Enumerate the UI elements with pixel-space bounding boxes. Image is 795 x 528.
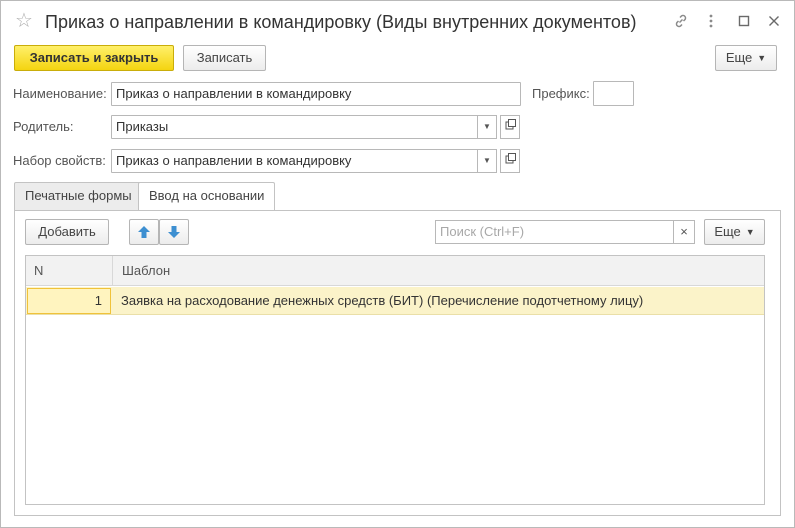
props-open-button[interactable] bbox=[500, 149, 520, 173]
table-row[interactable]: 1 Заявка на расходование денежных средст… bbox=[26, 287, 764, 315]
close-icon[interactable] bbox=[763, 10, 785, 32]
row-number-cell[interactable]: 1 bbox=[27, 288, 111, 314]
table-header: N Шаблон bbox=[26, 256, 764, 286]
parent-field[interactable]: Приказы bbox=[111, 115, 478, 139]
name-field[interactable]: Приказ о направлении в командировку bbox=[111, 82, 521, 106]
prefix-label: Префикс: bbox=[532, 86, 590, 101]
maximize-icon[interactable] bbox=[733, 10, 755, 32]
window-title: Приказ о направлении в командировку (Вид… bbox=[45, 12, 637, 32]
caret-down-icon: ▼ bbox=[745, 227, 755, 237]
props-field[interactable]: Приказ о направлении в командировку bbox=[111, 149, 478, 173]
arrow-down-icon bbox=[168, 226, 180, 238]
column-header-template[interactable]: Шаблон bbox=[114, 256, 170, 286]
add-button[interactable]: Добавить bbox=[25, 219, 109, 245]
open-icon bbox=[505, 153, 516, 164]
star-icon[interactable]: ☆ bbox=[15, 10, 37, 32]
parent-dropdown-button[interactable]: ▼ bbox=[477, 115, 497, 139]
row-template-cell[interactable]: Заявка на расходование денежных средств … bbox=[121, 287, 643, 315]
save-button[interactable]: Записать bbox=[183, 45, 266, 71]
panel-more-label: Еще bbox=[714, 224, 741, 239]
tab-print-forms[interactable]: Печатные формы bbox=[14, 182, 143, 210]
column-divider bbox=[112, 256, 113, 286]
props-dropdown-button[interactable]: ▼ bbox=[477, 149, 497, 173]
open-icon bbox=[505, 119, 516, 130]
search-input[interactable]: Поиск (Ctrl+F) bbox=[435, 220, 675, 244]
more-button-label: Еще bbox=[725, 50, 753, 65]
parent-open-button[interactable] bbox=[500, 115, 520, 139]
arrow-up-icon bbox=[138, 226, 150, 238]
caret-down-icon: ▼ bbox=[757, 53, 767, 63]
parent-label: Родитель: bbox=[13, 119, 74, 134]
panel-more-button[interactable]: Еще ▼ bbox=[704, 219, 765, 245]
tab-input-based-on[interactable]: Ввод на основании bbox=[138, 182, 276, 211]
search-clear-button[interactable]: × bbox=[673, 220, 695, 244]
prefix-field[interactable] bbox=[593, 81, 634, 106]
title-bar: ☆ Приказ о направлении в командировку (В… bbox=[1, 1, 794, 41]
move-up-button[interactable] bbox=[129, 219, 159, 245]
document-kind-window: ☆ Приказ о направлении в командировку (В… bbox=[0, 0, 795, 528]
column-header-n[interactable]: N bbox=[26, 256, 43, 286]
move-down-button[interactable] bbox=[159, 219, 189, 245]
more-vertical-icon[interactable] bbox=[700, 10, 722, 32]
templates-table[interactable]: N Шаблон 1 Заявка на расходование денежн… bbox=[25, 255, 765, 505]
more-button[interactable]: Еще ▼ bbox=[715, 45, 777, 71]
props-label: Набор свойств: bbox=[13, 153, 106, 168]
link-icon[interactable] bbox=[670, 10, 692, 32]
save-and-close-button[interactable]: Записать и закрыть bbox=[14, 45, 174, 71]
name-label: Наименование: bbox=[13, 86, 107, 101]
